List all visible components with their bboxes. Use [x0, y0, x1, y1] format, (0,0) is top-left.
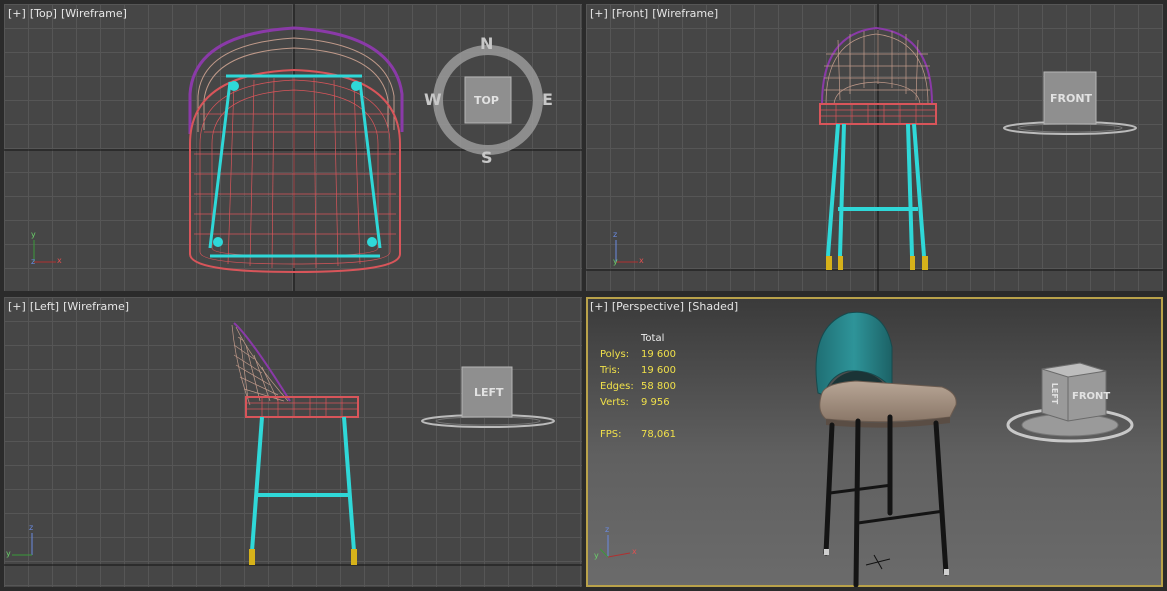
viewport-shading-mode[interactable]: [Shaded] [688, 300, 738, 313]
viewport-layout: y x z N S E W TOP [+] [Top] [Wireframe] [0, 0, 1167, 591]
viewcube-face-top[interactable]: TOP [474, 94, 499, 107]
stats-fps-label: FPS: [600, 429, 622, 440]
viewport-shading-mode[interactable]: [Wireframe] [652, 7, 718, 20]
scene-statistics-overlay: Total Polys: 19 600 Tris: 19 600 Edges: 58 … [600, 331, 676, 443]
axis-z-label: z [613, 230, 618, 239]
compass-e[interactable]: E [542, 90, 553, 109]
stats-edges-value: 58 800 [641, 381, 676, 392]
viewport-label-left: [+] [Left] [Wireframe] [8, 300, 133, 313]
viewport-point-of-view[interactable]: [Perspective] [612, 300, 684, 313]
stats-tris-label: Tris: [600, 365, 621, 376]
stats-edges-row: Edges: 58 800 [600, 379, 676, 395]
axis-y-label: y [6, 549, 11, 558]
viewport-shading-mode[interactable]: [Wireframe] [63, 300, 129, 313]
stats-polys-value: 19 600 [641, 349, 676, 360]
axis-tripod-top [33, 240, 56, 263]
viewcube-face-left[interactable]: LEFT [1050, 383, 1059, 404]
axis-tripod-front [615, 240, 638, 263]
axis-x-label: x [632, 547, 637, 556]
axis-z-label: z [31, 257, 36, 266]
viewcube-face-front[interactable]: FRONT [1072, 391, 1110, 402]
viewcube-face-front[interactable]: FRONT [1050, 92, 1092, 105]
viewport-point-of-view[interactable]: [Front] [612, 7, 648, 20]
viewport-label-perspective: [+] [Perspective] [Shaded] [590, 300, 742, 313]
stats-tris-value: 19 600 [641, 365, 676, 376]
compass-w[interactable]: W [424, 90, 442, 109]
viewport-left[interactable]: LEFT z y [+] [Left] [Wireframe] [4, 297, 582, 587]
stats-verts-label: Verts: [600, 397, 629, 408]
axis-x-label: x [639, 256, 644, 265]
viewport-menu-plus[interactable]: [+] [8, 300, 26, 313]
viewport-menu-plus[interactable]: [+] [590, 7, 608, 20]
stats-fps-value: 78,061 [641, 429, 676, 440]
axis-z-label: z [605, 525, 610, 534]
viewport-label-top: [+] [Top] [Wireframe] [8, 7, 131, 20]
viewport-label-front: [+] [Front] [Wireframe] [590, 7, 722, 20]
left-view-wireframe [4, 322, 582, 566]
axis-y-label: y [31, 230, 36, 239]
viewport-menu-plus[interactable]: [+] [8, 7, 26, 20]
stats-fps-row: FPS: 78,061 [600, 427, 676, 443]
stats-polys-row: Polys: 19 600 [600, 347, 676, 363]
axis-tripod-perspective [599, 535, 631, 558]
axis-y-label: y [613, 257, 618, 266]
viewport-point-of-view[interactable]: [Top] [30, 7, 57, 20]
stats-tris-row: Tris: 19 600 [600, 363, 676, 379]
viewport-point-of-view[interactable]: [Left] [30, 300, 59, 313]
stats-polys-label: Polys: [600, 349, 630, 360]
viewport-top[interactable]: y x z N S E W TOP [+] [Top] [Wireframe] [4, 4, 582, 291]
front-view-wireframe [586, 4, 1163, 291]
compass-n[interactable]: N [480, 34, 493, 53]
viewcube-compass[interactable]: N S E W TOP [424, 34, 553, 167]
viewport-shading-mode[interactable]: [Wireframe] [61, 7, 127, 20]
stats-total-header: Total [641, 333, 665, 344]
axis-y-label: y [594, 551, 599, 560]
viewport-menu-plus[interactable]: [+] [590, 300, 608, 313]
stats-verts-value: 9 956 [641, 397, 670, 408]
viewport-perspective[interactable]: FRONT LEFT z x y Total Polys: 19 600 Tris… [586, 297, 1163, 587]
compass-s[interactable]: S [481, 148, 493, 167]
viewport-front[interactable]: FRONT z x y [+] [Front] [Wireframe] [586, 4, 1163, 291]
viewcube-face-left[interactable]: LEFT [474, 386, 504, 399]
stats-verts-row: Verts: 9 956 [600, 395, 676, 411]
axis-tripod-left [12, 533, 33, 556]
axis-z-label: z [29, 523, 34, 532]
axis-x-label: x [57, 256, 62, 265]
stats-edges-label: Edges: [600, 381, 634, 392]
